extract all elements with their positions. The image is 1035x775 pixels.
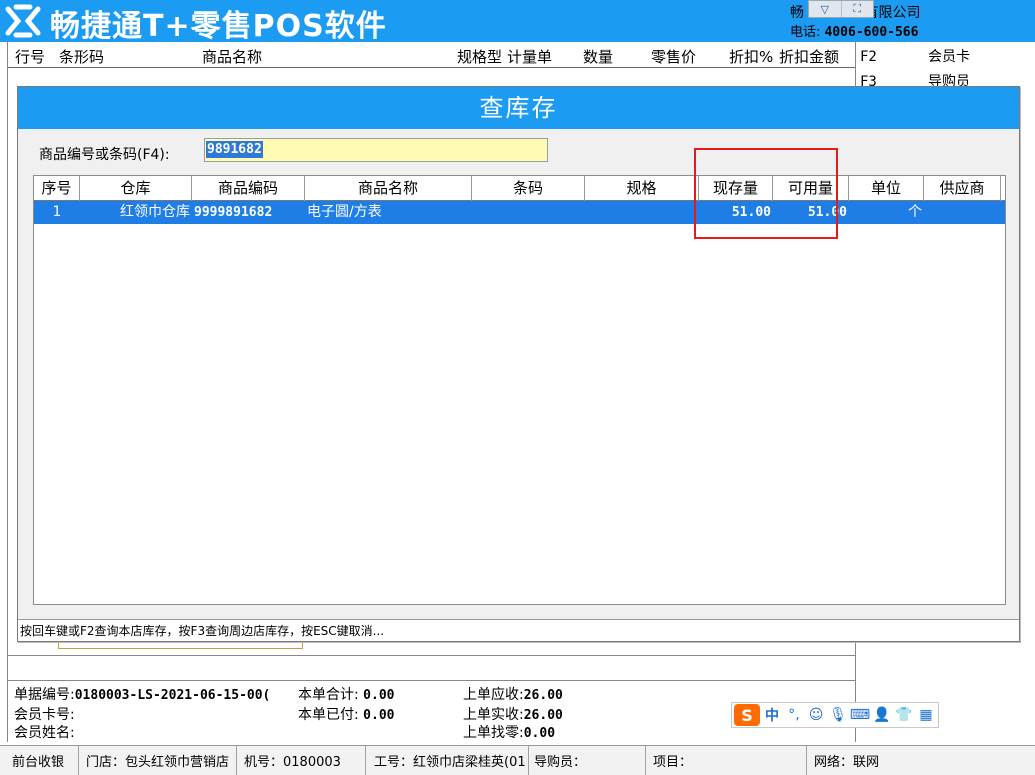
last-received-label: 上单实收: xyxy=(463,707,524,723)
search-value: 9891682 xyxy=(206,141,263,158)
divider xyxy=(7,680,855,681)
cell-unit: 个 xyxy=(908,204,922,220)
last-received-value: 26.00 xyxy=(523,708,563,723)
status-separator xyxy=(528,746,529,775)
ime-toolbar[interactable]: S 中 °, ☺ 🎙 ⌨ 👤 👕 ▦ xyxy=(731,702,939,728)
bill-paid: 本单已付: 0.00 xyxy=(298,704,394,724)
th-barcode: 条码 xyxy=(472,176,585,201)
bill-number: 单据编号:0180003-LS-2021-06-15-00( xyxy=(14,684,270,704)
col-barcode: 条形码 xyxy=(59,48,105,66)
emoji-icon[interactable]: ☺ xyxy=(806,705,826,725)
bill-total-value: 0.00 xyxy=(363,688,395,703)
sogou-ime-icon[interactable]: S xyxy=(734,704,760,726)
cell-name: 电子圆/方表 xyxy=(307,204,382,220)
cell-spec xyxy=(585,201,699,224)
status-machine: 机号：0180003 xyxy=(244,755,341,770)
cell-index: 1 xyxy=(52,204,62,220)
app-header: 畅捷通T+零售POS软件 畅 技术股份有限公司 电话: 4006-600-566… xyxy=(0,0,1035,44)
member-card-label: 会员卡号: xyxy=(14,707,75,723)
background-panel-edge xyxy=(58,641,303,649)
phone-label: 电话: xyxy=(790,25,821,40)
th-code: 商品编码 xyxy=(192,176,305,201)
fn-label: 会员卡 xyxy=(928,49,970,65)
last-due-label: 上单应收: xyxy=(463,687,524,703)
bill-paid-value: 0.00 xyxy=(363,708,395,723)
ime-language-toggle[interactable]: 中 xyxy=(762,705,782,725)
th-supplier: 供应商 xyxy=(924,176,1001,201)
status-separator xyxy=(365,746,366,775)
th-spec: 规格 xyxy=(585,176,699,201)
last-change-label: 上单找零: xyxy=(463,725,524,741)
last-received: 上单实收:26.00 xyxy=(463,704,563,724)
th-index: 序号 xyxy=(34,176,80,201)
app-title: 畅捷通T+零售POS软件 xyxy=(50,9,387,44)
status-mode: 前台收银 xyxy=(12,755,65,770)
annotation-highlight-box xyxy=(694,148,838,239)
status-separator xyxy=(78,746,79,775)
dialog-hint: 按回车键或F2查询本店库存，按F3查询周边店库存，按ESC键取消... xyxy=(18,619,1019,641)
app-logo-icon xyxy=(5,4,41,38)
fn-key: F2 xyxy=(860,49,877,65)
last-change-value: 0.00 xyxy=(523,726,556,741)
stock-query-dialog: 查库存 商品编号或条码(F4): 9891682 序号 仓库 商品编码 商品名称… xyxy=(17,86,1020,642)
punctuation-icon[interactable]: °, xyxy=(784,705,804,725)
grid-icon[interactable]: ▦ xyxy=(916,705,936,725)
bill-paid-label: 本单已付: xyxy=(298,707,359,723)
shirt-icon[interactable]: 👕 xyxy=(894,705,914,725)
status-separator xyxy=(236,746,237,775)
col-product-name: 商品名称 xyxy=(202,48,263,66)
last-due: 上单应收:26.00 xyxy=(463,684,563,704)
cell-supplier xyxy=(924,201,1001,224)
grid-left-border xyxy=(7,42,8,742)
bill-number-label: 单据编号: xyxy=(14,687,75,703)
divider xyxy=(7,655,855,656)
status-separator xyxy=(806,746,807,775)
last-due-value: 26.00 xyxy=(523,688,563,703)
expand-icon[interactable]: ⛶ xyxy=(842,1,874,17)
window-mini-toolbar: ▽ ⛶ xyxy=(808,0,874,18)
th-name: 商品名称 xyxy=(305,176,472,201)
fn-member-card[interactable]: F2 会员卡 xyxy=(860,46,970,66)
th-unit: 单位 xyxy=(849,176,924,201)
phone-number: 4006-600-566 xyxy=(824,25,919,40)
cell-code: 9999891682 xyxy=(194,205,273,220)
col-discount-pct: 折扣% xyxy=(729,48,774,66)
keyboard-icon[interactable]: ⌨ xyxy=(850,705,870,725)
status-guide: 导购员： xyxy=(534,755,587,770)
bill-total: 本单合计: 0.00 xyxy=(298,684,394,704)
status-separator xyxy=(645,746,646,775)
stock-table-header: 序号 仓库 商品编码 商品名称 条码 规格 现存量 可用量 单位 供应商 xyxy=(34,176,1005,201)
bill-number-value: 0180003-LS-2021-06-15-00( xyxy=(74,688,271,703)
col-discount-amount: 折扣金额 xyxy=(779,48,840,66)
col-spec: 规格型 xyxy=(457,48,503,66)
microphone-icon[interactable]: 🎙 xyxy=(828,705,848,725)
status-operator: 工号：红领巾店梁桂英(0181 xyxy=(374,755,526,770)
product-code-input[interactable]: 9891682 xyxy=(204,138,548,162)
status-bar: 前台收银 门店：包头红领巾营销店 机号：0180003 工号：红领巾店梁桂英(0… xyxy=(0,745,1035,775)
company-phone: 电话: 4006-600-566 xyxy=(790,21,918,40)
stock-table: 序号 仓库 商品编码 商品名称 条码 规格 现存量 可用量 单位 供应商 1 红… xyxy=(33,175,1006,605)
cell-warehouse: 红领巾仓库 xyxy=(120,204,190,220)
cell-barcode xyxy=(472,201,585,224)
collapse-icon[interactable]: ▽ xyxy=(809,1,842,17)
sales-grid-header: 行号 条形码 商品名称 规格型 计量单 数量 零售价 折扣% 折扣金额 xyxy=(7,42,855,68)
bill-total-label: 本单合计: xyxy=(298,687,359,703)
status-store: 门店：包头红领巾营销店 xyxy=(86,755,230,770)
member-name-label: 会员姓名: xyxy=(14,725,75,741)
col-unit: 计量单 xyxy=(507,48,553,66)
col-line-no: 行号 xyxy=(15,48,46,66)
table-row[interactable]: 1 红领巾仓库 9999891682 电子圆/方表 51.00 51.00 个 xyxy=(34,201,1005,224)
last-change: 上单找零:0.00 xyxy=(463,722,555,742)
col-price: 零售价 xyxy=(651,48,697,66)
th-warehouse: 仓库 xyxy=(80,176,192,201)
status-project: 项目： xyxy=(653,755,693,770)
status-network: 网络：联网 xyxy=(814,755,880,770)
search-label: 商品编号或条码(F4): xyxy=(39,147,170,163)
skin-icon[interactable]: 👤 xyxy=(872,705,892,725)
col-qty: 数量 xyxy=(583,48,614,66)
dialog-title: 查库存 xyxy=(18,87,1019,129)
